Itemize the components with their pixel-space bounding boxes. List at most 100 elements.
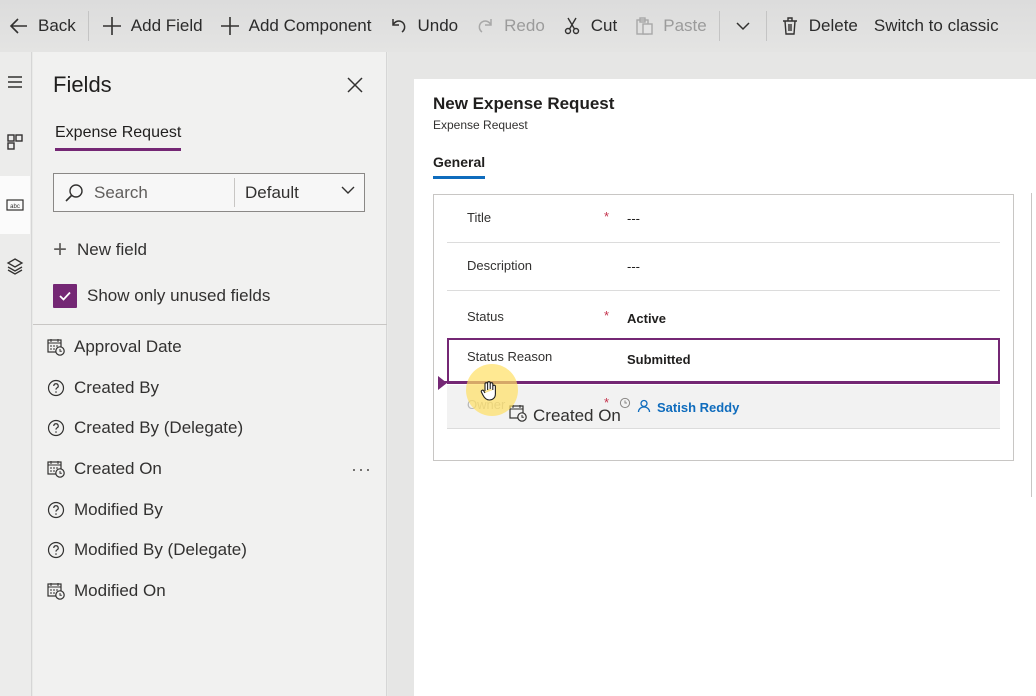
more-options-icon[interactable]: ···: [351, 459, 372, 480]
layers-icon[interactable]: [0, 246, 30, 286]
add-component-label: Add Component: [248, 16, 372, 35]
form-row-description[interactable]: Description ---: [447, 243, 1000, 291]
canvas-edge: [1031, 193, 1036, 497]
question-circle-icon: [46, 378, 66, 398]
undo-button[interactable]: Undo: [380, 0, 467, 52]
tab-general[interactable]: General: [433, 154, 486, 179]
cut-button[interactable]: Cut: [553, 0, 625, 52]
new-field-button[interactable]: + New field: [53, 238, 147, 262]
fields-icon[interactable]: abc: [0, 176, 30, 234]
hand-cursor-icon: [478, 380, 500, 408]
tab-expense-request[interactable]: Expense Request: [55, 124, 182, 151]
redo-label: Redo: [504, 16, 545, 35]
filter-value: Default: [245, 182, 299, 202]
question-circle-icon: [46, 418, 66, 438]
owner-name: Satish Reddy: [657, 400, 740, 415]
field-approval-date[interactable]: Approval Date: [33, 327, 387, 368]
field-label: Created By: [74, 377, 160, 397]
chevron-down-icon: [340, 182, 356, 203]
pane-title: Fields: [53, 72, 112, 97]
question-circle-icon: [46, 500, 66, 520]
new-field-label: New field: [77, 240, 147, 259]
field-modified-on[interactable]: Modified On: [33, 571, 387, 612]
scissors-icon: [561, 15, 583, 37]
field-label: Modified On: [74, 580, 166, 600]
form-row-status[interactable]: Status * Active: [447, 291, 1000, 341]
plus-icon: [101, 15, 123, 37]
plus-icon: [219, 15, 241, 37]
divider: [87, 11, 89, 41]
redo-button[interactable]: Redo: [466, 0, 553, 52]
field-value: ---: [627, 211, 640, 226]
command-bar: Back Add Field Add Component Undo Redo C…: [0, 0, 1036, 52]
search-input[interactable]: [94, 182, 234, 203]
form-row-status-reason[interactable]: Status Reason Submitted: [447, 338, 1000, 384]
paste-button[interactable]: Paste: [625, 0, 714, 52]
search-box: Default: [53, 173, 365, 212]
back-button[interactable]: Back: [0, 0, 84, 52]
drag-ghost: Created On: [509, 404, 621, 427]
field-label: Modified By (Delegate): [74, 540, 247, 560]
undo-label: Undo: [417, 16, 459, 35]
field-label: Approval Date: [74, 337, 182, 357]
undo-icon: [388, 15, 410, 37]
svg-text:abc: abc: [10, 204, 20, 210]
field-value: ---: [627, 259, 640, 274]
person-icon: [637, 399, 651, 416]
form-row-owner[interactable]: Owner * Satish Reddy Created On: [447, 385, 1000, 429]
fields-pane: Fields Expense Request Default + New fie…: [33, 52, 387, 696]
cut-label: Cut: [590, 16, 618, 35]
form-row-title[interactable]: Title * ---: [447, 195, 1000, 243]
switch-to-classic-button[interactable]: Switch to classic: [866, 0, 1007, 52]
hamburger-icon[interactable]: [0, 62, 30, 102]
field-created-by-delegate[interactable]: Created By (Delegate): [33, 408, 387, 449]
field-created-on[interactable]: Created On ···: [33, 449, 387, 490]
filter-dropdown[interactable]: Default: [235, 182, 364, 203]
form-title: New Expense Request: [433, 94, 615, 113]
chevron-down-icon: [732, 15, 754, 37]
field-modified-by[interactable]: Modified By: [33, 489, 387, 530]
divider: [718, 11, 720, 41]
switch-to-classic-label: Switch to classic: [873, 16, 999, 35]
add-component-button[interactable]: Add Component: [211, 0, 380, 52]
field-label: Title: [467, 210, 492, 225]
question-circle-icon: [46, 540, 66, 560]
field-label: Status Reason: [467, 349, 553, 364]
calendar-clock-icon: [509, 404, 527, 427]
form-subtitle: Expense Request: [433, 118, 528, 132]
form-section[interactable]: Title * --- Description --- Status * Act…: [433, 194, 1014, 461]
search-icon: [54, 183, 94, 203]
field-label: Modified By: [74, 499, 163, 519]
field-value: Submitted: [627, 352, 691, 367]
show-unused-checkbox[interactable]: Show only unused fields: [53, 284, 270, 308]
calendar-clock-icon: [46, 337, 66, 357]
field-modified-by-delegate[interactable]: Modified By (Delegate): [33, 530, 387, 571]
calendar-clock-icon: [46, 581, 66, 601]
field-value: Active: [627, 311, 667, 326]
add-field-button[interactable]: Add Field: [93, 0, 211, 52]
divider: [33, 324, 387, 325]
more-commands-button[interactable]: [724, 0, 762, 52]
arrow-left-icon: [8, 15, 30, 37]
drag-ghost-label: Created On: [533, 405, 621, 425]
field-label: Status: [467, 309, 504, 324]
show-unused-label: Show only unused fields: [87, 286, 271, 305]
redo-icon: [474, 15, 496, 37]
left-rail: abc: [0, 52, 32, 696]
paste-icon: [633, 15, 655, 37]
plus-icon: +: [53, 236, 68, 263]
field-list: Approval Date Created By Created By (Del…: [33, 327, 387, 611]
delete-label: Delete: [808, 16, 858, 35]
field-label: Description: [467, 258, 533, 273]
components-icon[interactable]: [0, 122, 30, 162]
delete-button[interactable]: Delete: [771, 0, 866, 52]
field-created-by[interactable]: Created By: [33, 368, 387, 409]
back-label: Back: [38, 16, 76, 35]
owner-lookup[interactable]: Satish Reddy: [637, 399, 739, 416]
checkmark-icon: [53, 284, 77, 308]
add-field-label: Add Field: [130, 16, 203, 35]
close-icon[interactable]: [342, 72, 368, 98]
drop-indicator-arrow: [438, 376, 447, 390]
field-label: Created On: [74, 459, 162, 479]
paste-label: Paste: [663, 16, 707, 35]
